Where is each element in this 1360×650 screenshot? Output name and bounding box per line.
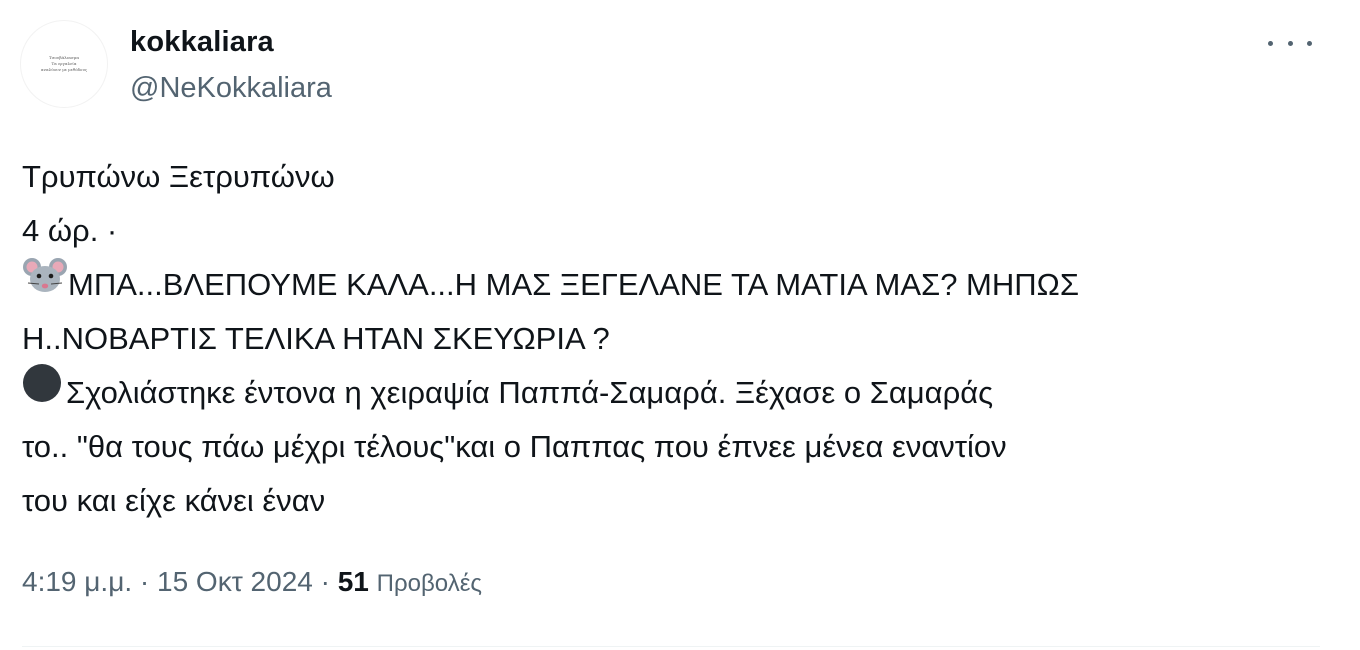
tweet-line: Τρυπώνω Ξετρυπώνω xyxy=(22,159,335,194)
tweet-line-text: ΜΠΑ...ΒΛΕΠΟΥΜΕ ΚΑΛΑ...Η ΜΑΣ ΞΕΓΕΛΑΝΕ ΤΑ … xyxy=(68,267,1079,302)
more-dot-icon xyxy=(1287,40,1293,46)
black-circle-icon xyxy=(22,363,66,420)
author-display-name[interactable]: kokkaliara xyxy=(130,26,274,59)
tweet-line: 4 ώρ. · xyxy=(22,213,118,248)
tweet-line-with-emoji: Σχολιάστηκε έντονα η χειραψία Παππά-Σαμα… xyxy=(22,363,1322,420)
meta-separator: · xyxy=(139,566,150,597)
tweet-line: του και είχε κάνει έναν xyxy=(22,483,326,518)
avatar[interactable]: Τσουβάλιασμα Τα εργαλεία αναλύουν με μεθ… xyxy=(20,20,108,108)
views-label: Προβολές xyxy=(376,570,482,597)
tweet-card: Τσουβάλιασμα Τα εργαλεία αναλύουν με μεθ… xyxy=(0,0,1360,650)
tweet-line-with-emoji: ΜΠΑ...ΒΛΕΠΟΥΜΕ ΚΑΛΑ...Η ΜΑΣ ΞΕΓΕΛΑΝΕ ΤΑ … xyxy=(22,258,1322,312)
divider xyxy=(22,646,1320,647)
author-handle[interactable]: @NeKokkaliara xyxy=(130,72,332,105)
more-dot-icon xyxy=(1268,40,1273,46)
views-count: 51 xyxy=(337,566,369,597)
tweet-time-link[interactable]: 4:19 μ.μ. xyxy=(22,566,132,597)
meta-separator: · xyxy=(320,566,330,597)
tweet-line: το.. "θα τους πάω μέχρι τέλους"και ο Παπ… xyxy=(22,429,1007,464)
tweet-date-link[interactable]: 15 Οκτ 2024 xyxy=(157,566,313,597)
avatar-text-line: αναλύουν με μεθόδους xyxy=(40,67,88,72)
tweet-text: Τρυπώνω Ξετρυπώνω 4 ώρ. · ΜΠΑ...ΒΛΕΠΟΥΜΕ… xyxy=(22,150,1322,528)
more-options-button[interactable] xyxy=(1268,28,1312,58)
tweet-line-text: Σχολιάστηκε έντονα η χειραψία Παππά-Σαμα… xyxy=(66,375,994,410)
tweet-meta: 4:19 μ.μ. · 15 Οκτ 2024 · 51 Προβολές xyxy=(22,566,482,598)
more-dot-icon xyxy=(1307,40,1312,46)
mouse-face-icon xyxy=(22,256,68,311)
tweet-line: Η..ΝΟΒΑΡΤΙΣ ΤΕΛΙΚΑ ΗΤΑΝ ΣΚΕΥΩΡΙΑ ? xyxy=(22,321,610,356)
